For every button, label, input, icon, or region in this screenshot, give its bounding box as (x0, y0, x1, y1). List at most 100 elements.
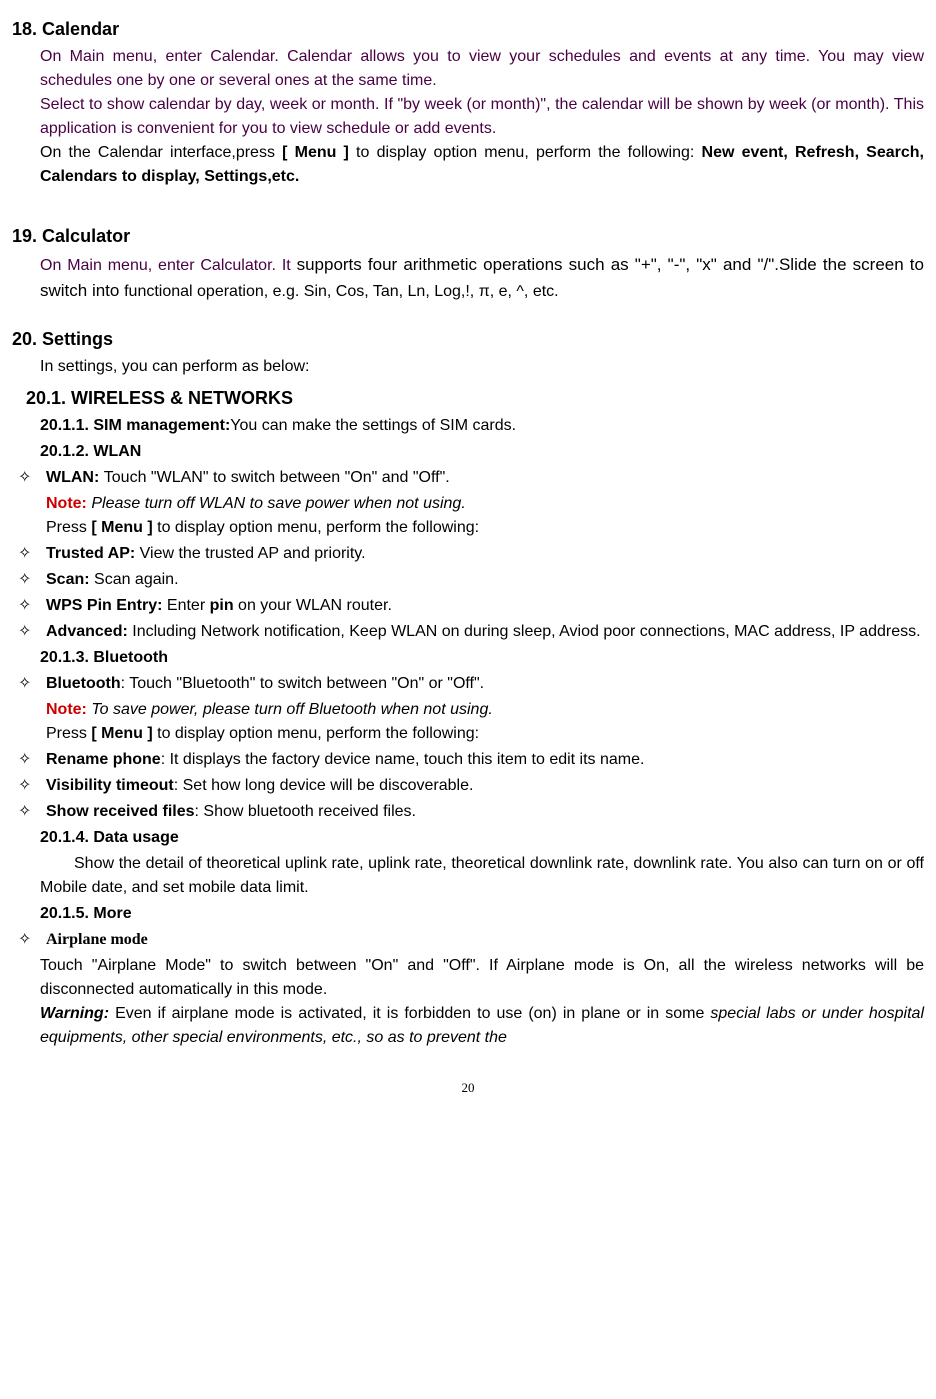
section-18-p2a: On the Calendar interface,press (40, 144, 282, 161)
wps-b: WPS Pin Entry: (46, 597, 167, 614)
section-19-title: 19. Calculator (12, 223, 924, 250)
bt-press-row: Press [ Menu ] to display option menu, p… (46, 722, 924, 746)
section-18-p2b: [ Menu ] (282, 144, 349, 161)
scan-item: ✧ Scan: Scan again. (12, 568, 924, 592)
visibility-item: ✧ Visibility timeout: Set how long devic… (12, 774, 924, 798)
section-18-p2: On the Calendar interface,press [ Menu ]… (40, 141, 924, 189)
wlan-sublist: ✧ Trusted AP: View the trusted AP and pr… (12, 542, 924, 644)
warn-t1: Even if airplane mode is activated, it i… (109, 1005, 710, 1022)
press-menu-1: [ Menu ] (91, 519, 152, 536)
bt-body: Bluetooth: Touch "Bluetooth" to switch b… (46, 672, 924, 696)
section-19-p1a: On Main menu, enter Calculator. It (40, 257, 297, 274)
section-20-intro: In settings, you can perform as below: (40, 355, 924, 379)
wlan-item: ✧ WLAN: Touch "WLAN" to switch between "… (12, 466, 924, 490)
diamond-icon: ✧ (12, 748, 46, 772)
wlan-note: Please turn off WLAN to save power when … (87, 495, 466, 512)
text-2011: You can make the settings of SIM cards. (230, 417, 516, 434)
heading-2015: 20.1.5. More (40, 902, 924, 926)
show-files-item: ✧ Show received files: Show bluetooth re… (12, 800, 924, 824)
section-18-text: Calendar (42, 19, 119, 39)
advanced-body: Advanced: Including Network notification… (46, 620, 924, 644)
diamond-icon: ✧ (12, 928, 46, 952)
warn-b: Warning: (40, 1005, 109, 1022)
page-number: 20 (12, 1078, 924, 1098)
bt-list: ✧ Bluetooth: Touch "Bluetooth" to switch… (12, 672, 924, 696)
trusted-t: View the trusted AP and priority. (140, 545, 366, 562)
diamond-icon: ✧ (12, 594, 46, 618)
wlan-press-row: Press [ Menu ] to display option menu, p… (46, 516, 924, 540)
air-b: Airplane mode (46, 931, 148, 948)
more-list: ✧ Airplane mode (12, 928, 924, 952)
trusted-b: Trusted AP: (46, 545, 140, 562)
note-label-2: Note: (46, 701, 87, 718)
diamond-icon: ✧ (12, 568, 46, 592)
scan-body: Scan: Scan again. (46, 568, 924, 592)
section-20-title: 20. Settings (12, 326, 924, 353)
note-label-1: Note: (46, 495, 87, 512)
wlan-list: ✧ WLAN: Touch "WLAN" to switch between "… (12, 466, 924, 490)
press-a-1: Press (46, 519, 91, 536)
section-18-p2c: to display option menu, perform the foll… (349, 144, 702, 161)
vis-t: : Set how long device will be discoverab… (174, 777, 474, 794)
diamond-icon: ✧ (12, 466, 46, 490)
bt-note: To save power, please turn off Bluetooth… (87, 701, 493, 718)
wps-item: ✧ WPS Pin Entry: Enter pin on your WLAN … (12, 594, 924, 618)
rename-t: : It displays the factory device name, t… (161, 751, 645, 768)
rename-body: Rename phone: It displays the factory de… (46, 748, 924, 772)
adv-b: Advanced: (46, 623, 132, 640)
rename-item: ✧ Rename phone: It displays the factory … (12, 748, 924, 772)
airplane-label: Airplane mode (46, 928, 924, 952)
advanced-item: ✧ Advanced: Including Network notificati… (12, 620, 924, 644)
scan-b: Scan: (46, 571, 94, 588)
section-19-num: 19. (12, 226, 37, 246)
press-a-2: Press (46, 725, 91, 742)
airplane-text: Touch "Airplane Mode" to switch between … (40, 954, 924, 1002)
wps-pin: pin (210, 597, 234, 614)
visibility-body: Visibility timeout: Set how long device … (46, 774, 924, 798)
section-18-p1b: Select to show calendar by day, week or … (40, 93, 924, 141)
diamond-icon: ✧ (12, 542, 46, 566)
data-usage-text: Show the detail of theoretical uplink ra… (40, 852, 924, 900)
press-b-1: to display option menu, perform the foll… (153, 519, 479, 536)
heading-2012: 20.1.2. WLAN (40, 440, 924, 464)
section-18-num: 18. (12, 19, 37, 39)
heading-201: 20.1. WIRELESS & NETWORKS (26, 385, 924, 412)
diamond-icon: ✧ (12, 774, 46, 798)
press-menu-2: [ Menu ] (91, 725, 152, 742)
section-18-title: 18. Calendar (12, 16, 924, 43)
bt-sublist: ✧ Rename phone: It displays the factory … (12, 748, 924, 824)
heading-2011: 20.1.1. SIM management: (40, 417, 230, 434)
wps-t2: on your WLAN router. (234, 597, 392, 614)
airplane-item: ✧ Airplane mode (12, 928, 924, 952)
show-b: Show received files (46, 803, 195, 820)
bt-item: ✧ Bluetooth: Touch "Bluetooth" to switch… (12, 672, 924, 696)
bt-t: : Touch "Bluetooth" to switch between "O… (121, 675, 484, 692)
bt-b: Bluetooth (46, 675, 121, 692)
heading-2014: 20.1.4. Data usage (40, 826, 924, 850)
wps-body: WPS Pin Entry: Enter pin on your WLAN ro… (46, 594, 924, 618)
trusted-ap-item: ✧ Trusted AP: View the trusted AP and pr… (12, 542, 924, 566)
section-20-num: 20. (12, 329, 37, 349)
heading-2011-row: 20.1.1. SIM management:You can make the … (40, 414, 924, 438)
heading-2013: 20.1.3. Bluetooth (40, 646, 924, 670)
section-18-p1a: On Main menu, enter Calendar. Calendar a… (40, 45, 924, 93)
wlan-t: Touch "WLAN" to switch between "On" and … (104, 469, 450, 486)
diamond-icon: ✧ (12, 620, 46, 644)
section-19-p1c: functional operation, e.g. Sin, Cos, Tan… (124, 283, 559, 300)
scan-t: Scan again. (94, 571, 179, 588)
section-19-text: Calculator (42, 226, 130, 246)
press-b-2: to display option menu, perform the foll… (153, 725, 479, 742)
show-files-body: Show received files: Show bluetooth rece… (46, 800, 924, 824)
adv-t: Including Network notification, Keep WLA… (132, 623, 920, 640)
bt-note-row: Note: To save power, please turn off Blu… (46, 698, 924, 722)
diamond-icon: ✧ (12, 800, 46, 824)
wlan-body: WLAN: Touch "WLAN" to switch between "On… (46, 466, 924, 490)
wlan-note-row: Note: Please turn off WLAN to save power… (46, 492, 924, 516)
section-20-text: Settings (42, 329, 113, 349)
diamond-icon: ✧ (12, 672, 46, 696)
warning-row: Warning: Even if airplane mode is activa… (40, 1002, 924, 1050)
section-19-body: On Main menu, enter Calculator. It suppo… (40, 252, 924, 304)
rename-b: Rename phone (46, 751, 161, 768)
wlan-b: WLAN: (46, 469, 104, 486)
wps-t1: Enter (167, 597, 210, 614)
